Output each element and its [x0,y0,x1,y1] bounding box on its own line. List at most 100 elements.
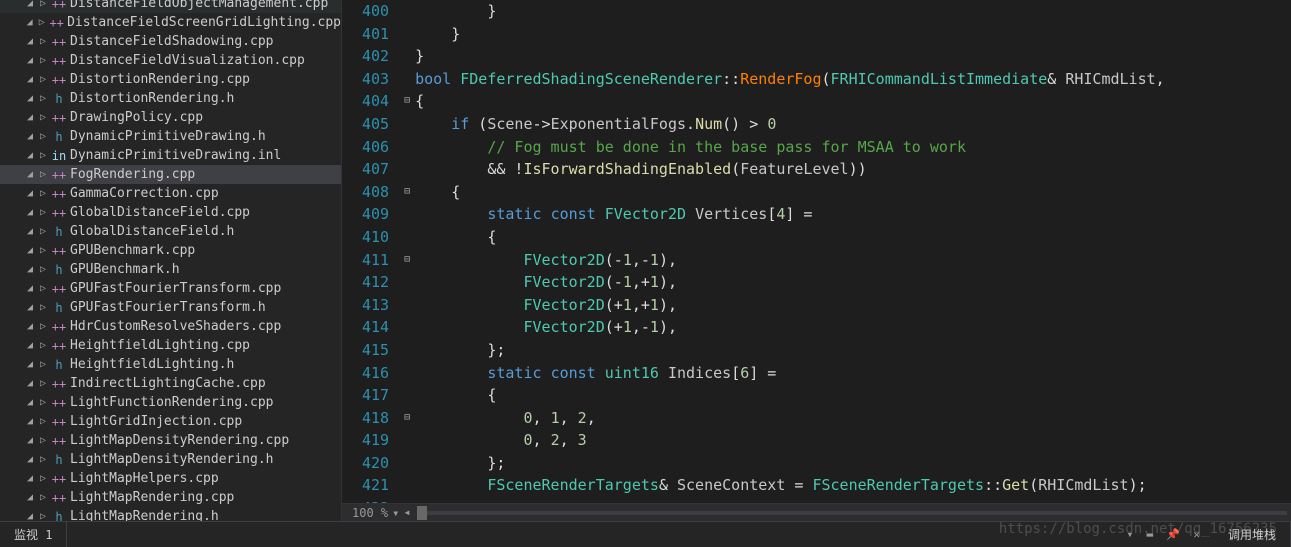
explorer-file-gpubenchmark-h[interactable]: ◢▷hGPUBenchmark.h [0,260,341,279]
explorer-file-distancefieldvisualization-cpp[interactable]: ◢▷++DistanceFieldVisualization.cpp [0,51,341,70]
code-line[interactable]: static const uint16 Indices[6] = [415,362,1291,385]
tree-expand-icon[interactable]: ◢ [24,207,36,218]
explorer-file-lightmaprendering-h[interactable]: ◢▷hLightMapRendering.h [0,507,341,521]
chevron-right-icon[interactable]: ▷ [36,0,50,9]
code-line[interactable]: FVector2D(+1,-1), [415,316,1291,339]
fold-column[interactable]: ⊟ ⊟ ⊟ ⊟ [399,0,415,503]
chevron-right-icon[interactable]: ▷ [36,492,50,503]
chevron-right-icon[interactable]: ▷ [36,283,50,294]
fold-toggle-icon[interactable]: ⊟ [399,181,415,204]
explorer-file-lightmaprendering-cpp[interactable]: ◢▷++LightMapRendering.cpp [0,488,341,507]
tree-expand-icon[interactable]: ◢ [24,511,36,521]
code-line[interactable]: 0, 2, 3 [415,429,1291,452]
explorer-file-lightmaphelpers-cpp[interactable]: ◢▷++LightMapHelpers.cpp [0,469,341,488]
chevron-right-icon[interactable]: ▷ [36,245,50,256]
explorer-file-gammacorrection-cpp[interactable]: ◢▷++GammaCorrection.cpp [0,184,341,203]
tree-expand-icon[interactable]: ◢ [24,378,36,389]
tab-callstack[interactable]: 调用堆栈 [1214,522,1291,547]
explorer-file-lightmapdensityrendering-cpp[interactable]: ◢▷++LightMapDensityRendering.cpp [0,431,341,450]
explorer-file-gpufastfouriertransform-cpp[interactable]: ◢▷++GPUFastFourierTransform.cpp [0,279,341,298]
chevron-right-icon[interactable]: ▷ [36,340,50,351]
code-line[interactable]: static const FVector2D Vertices[4] = [415,203,1291,226]
tree-expand-icon[interactable]: ◢ [24,55,36,66]
explorer-file-fogrendering-cpp[interactable]: ◢▷++FogRendering.cpp [0,165,341,184]
explorer-file-hdrcustomresolveshaders-cpp[interactable]: ◢▷++HdrCustomResolveShaders.cpp [0,317,341,336]
tree-expand-icon[interactable]: ◢ [24,321,36,332]
tree-expand-icon[interactable]: ◢ [24,397,36,408]
explorer-file-globaldistancefield-h[interactable]: ◢▷hGlobalDistanceField.h [0,222,341,241]
chevron-right-icon[interactable]: ▷ [36,302,50,313]
chevron-right-icon[interactable]: ▷ [36,435,50,446]
explorer-file-distancefieldshadowing-cpp[interactable]: ◢▷++DistanceFieldShadowing.cpp [0,32,341,51]
scrollbar-thumb[interactable] [417,506,427,520]
tree-expand-icon[interactable]: ◢ [24,492,36,503]
explorer-file-gpufastfouriertransform-h[interactable]: ◢▷hGPUFastFourierTransform.h [0,298,341,317]
scroll-left-icon[interactable]: ◂ [403,505,410,519]
code-line[interactable]: { [415,181,1291,204]
tree-expand-icon[interactable]: ◢ [24,264,36,275]
code-line[interactable]: }; [415,339,1291,362]
chevron-right-icon[interactable]: ▷ [36,169,50,180]
tree-expand-icon[interactable]: ◢ [24,93,36,104]
explorer-file-lightmapdensityrendering-h[interactable]: ◢▷hLightMapDensityRendering.h [0,450,341,469]
zoom-dropdown-icon[interactable]: ▾ [392,506,399,520]
explorer-file-distortionrendering-cpp[interactable]: ◢▷++DistortionRendering.cpp [0,70,341,89]
tab-watch[interactable]: 监视 1 [0,522,67,547]
code-line[interactable]: FVector2D(-1,+1), [415,271,1291,294]
chevron-right-icon[interactable]: ▷ [36,93,50,104]
tree-expand-icon[interactable]: ◢ [24,359,36,370]
tree-expand-icon[interactable]: ◢ [24,302,36,313]
explorer-file-gpubenchmark-cpp[interactable]: ◢▷++GPUBenchmark.cpp [0,241,341,260]
code-editor[interactable]: 4004014024034044054064074084094104114124… [342,0,1291,503]
chevron-right-icon[interactable]: ▷ [36,511,50,521]
tree-expand-icon[interactable]: ◢ [24,17,35,28]
code-line[interactable]: }; [415,452,1291,475]
chevron-right-icon[interactable]: ▷ [35,17,48,28]
explorer-file-lightgridinjection-cpp[interactable]: ◢▷++LightGridInjection.cpp [0,412,341,431]
chevron-right-icon[interactable]: ▷ [36,473,50,484]
fold-toggle-icon[interactable]: ⊟ [399,90,415,113]
tree-expand-icon[interactable]: ◢ [24,416,36,427]
chevron-right-icon[interactable]: ▷ [36,207,50,218]
chevron-right-icon[interactable]: ▷ [36,264,50,275]
fold-toggle-icon[interactable]: ⊟ [399,407,415,430]
chevron-right-icon[interactable]: ▷ [36,112,50,123]
code-line[interactable]: { [415,384,1291,407]
explorer-file-lightfunctionrendering-cpp[interactable]: ◢▷++LightFunctionRendering.cpp [0,393,341,412]
tree-expand-icon[interactable]: ◢ [24,74,36,85]
tree-expand-icon[interactable]: ◢ [24,226,36,237]
solution-explorer[interactable]: ◢▷++DistanceFieldObjectManagement.cpp ◢▷+… [0,0,342,521]
code-line[interactable]: FVector2D(+1,+1), [415,294,1291,317]
tree-expand-icon[interactable]: ◢ [24,473,36,484]
chevron-right-icon[interactable]: ▷ [36,74,50,85]
chevron-right-icon[interactable]: ▷ [36,359,50,370]
code-line[interactable]: if (Scene->ExponentialFogs.Num() > 0 [415,113,1291,136]
tree-expand-icon[interactable]: ◢ [24,169,36,180]
code-line[interactable]: FVector2D(-1,-1), [415,249,1291,272]
tree-expand-icon[interactable]: ◢ [24,435,36,446]
explorer-file-heightfieldlighting-h[interactable]: ◢▷hHeightfieldLighting.h [0,355,341,374]
explorer-file-dynamicprimitivedrawing-h[interactable]: ◢▷hDynamicPrimitiveDrawing.h [0,127,341,146]
horizontal-scrollbar[interactable]: ◂ [403,506,1287,520]
explorer-file-indirectlightingcache-cpp[interactable]: ◢▷++IndirectLightingCache.cpp [0,374,341,393]
chevron-right-icon[interactable]: ▷ [36,150,50,161]
chevron-right-icon[interactable]: ▷ [36,188,50,199]
chevron-right-icon[interactable]: ▷ [36,321,50,332]
code-line[interactable]: 0, 1, 2, [415,407,1291,430]
zoom-level[interactable]: 100 % [352,506,388,520]
code-line[interactable]: } [415,45,1291,68]
tree-expand-icon[interactable]: ◢ [24,150,36,161]
chevron-right-icon[interactable]: ▷ [36,55,50,66]
explorer-file-distancefieldobjectmanagement-cpp[interactable]: ◢▷++DistanceFieldObjectManagement.cpp [0,0,341,13]
tree-expand-icon[interactable]: ◢ [24,283,36,294]
tree-expand-icon[interactable]: ◢ [24,454,36,465]
chevron-right-icon[interactable]: ▷ [36,36,50,47]
code-line[interactable]: FSceneRenderTargets& SceneContext = FSce… [415,474,1291,497]
code-line[interactable]: } [415,23,1291,46]
chevron-right-icon[interactable]: ▷ [36,397,50,408]
explorer-file-drawingpolicy-cpp[interactable]: ◢▷++DrawingPolicy.cpp [0,108,341,127]
explorer-file-distortionrendering-h[interactable]: ◢▷hDistortionRendering.h [0,89,341,108]
explorer-file-heightfieldlighting-cpp[interactable]: ◢▷++HeightfieldLighting.cpp [0,336,341,355]
chevron-right-icon[interactable]: ▷ [36,226,50,237]
tree-expand-icon[interactable]: ◢ [24,36,36,47]
